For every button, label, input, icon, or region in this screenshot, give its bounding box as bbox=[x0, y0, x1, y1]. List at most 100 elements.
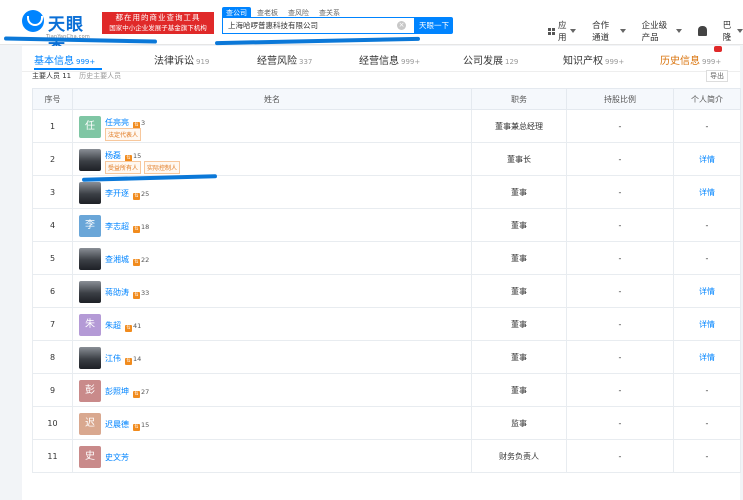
relation-icon: ⇅ bbox=[133, 226, 140, 233]
person-name[interactable]: 迟晨德 bbox=[105, 420, 129, 429]
relation-icon: ⇅ bbox=[133, 391, 140, 398]
avatar[interactable] bbox=[79, 347, 101, 369]
nav-notifications[interactable] bbox=[697, 19, 707, 43]
cell-bio[interactable]: 详情 bbox=[673, 274, 741, 308]
cell-bio: - bbox=[673, 406, 741, 440]
cell-name: 杨磊 ⇅ 15 受益所有人 实际控制人 bbox=[72, 142, 472, 176]
nav-partner-label: 合作通道 bbox=[592, 21, 610, 43]
relation-count[interactable]: ⇅ 15 bbox=[133, 421, 149, 431]
cell-bio[interactable]: 详情 bbox=[673, 175, 741, 209]
person-name[interactable]: 朱超 bbox=[105, 321, 121, 330]
tab-operation[interactable]: 经营信息 999+ bbox=[359, 52, 420, 67]
avatar[interactable]: 李 bbox=[79, 215, 101, 237]
cell-position: 董事兼总经理 bbox=[471, 109, 567, 143]
avatar[interactable]: 彭 bbox=[79, 380, 101, 402]
person-name[interactable]: 蒋劭涛 bbox=[105, 288, 129, 297]
relation-icon: ⇅ bbox=[133, 259, 140, 266]
chevron-down-icon bbox=[675, 29, 682, 33]
nav-partner[interactable]: 合作通道 bbox=[592, 19, 626, 43]
nav-apps[interactable]: 应用 bbox=[548, 19, 577, 43]
ad-line-1: 都在用的商业查询工具 bbox=[115, 13, 201, 22]
cell-bio[interactable]: 详情 bbox=[673, 142, 741, 176]
cell-name: 史 史文芳 bbox=[72, 439, 472, 473]
relation-count[interactable]: ⇅ 25 bbox=[133, 190, 149, 200]
relation-count[interactable]: ⇅ 27 bbox=[133, 388, 149, 398]
avatar[interactable] bbox=[79, 149, 101, 171]
cell-position: 董事 bbox=[471, 175, 567, 209]
avatar[interactable] bbox=[79, 182, 101, 204]
cell-bio: - bbox=[673, 109, 741, 143]
nav-enterprise[interactable]: 企业级产品 bbox=[642, 19, 682, 43]
relation-count[interactable]: ⇅ 41 bbox=[125, 322, 141, 332]
role-tag[interactable]: 受益所有人 bbox=[105, 161, 142, 174]
search-input[interactable]: 上海哈啰普惠科技有限公司 bbox=[222, 17, 415, 34]
person-name[interactable]: 史文芳 bbox=[105, 453, 129, 462]
tab-count: 999+ bbox=[702, 58, 722, 66]
ad-banner[interactable]: 都在用的商业查询工具 国家中小企业发展子基金旗下机构 bbox=[102, 12, 214, 34]
person-name[interactable]: 杨磊 bbox=[105, 151, 121, 160]
table-row: 2 杨磊 ⇅ 15 受益所有人 实际控制人 董事长 - 详情 bbox=[32, 142, 741, 176]
logo-icon bbox=[22, 10, 44, 32]
tab-count: 919 bbox=[196, 58, 210, 66]
cell-bio[interactable]: 详情 bbox=[673, 307, 741, 341]
avatar[interactable] bbox=[79, 281, 101, 303]
staff-table: 序号 姓名 职务 持股比例 个人简介 1 任 任亮亮 ⇅ 3 法定代表人 董事兼总经… bbox=[32, 88, 741, 473]
search-button[interactable]: 天眼一下 bbox=[415, 17, 453, 34]
tab-count: 129 bbox=[505, 58, 519, 66]
table-row: 7 朱 朱超 ⇅ 41 董事 - 详情 bbox=[32, 307, 741, 341]
nav-user-label: 巴隆 bbox=[722, 21, 732, 43]
subtab-history-staff[interactable]: 历史主要人员 bbox=[79, 72, 121, 80]
relation-count[interactable]: ⇅ 22 bbox=[133, 256, 149, 266]
table-row: 9 彭 彭照坤 ⇅ 27 董事 - - bbox=[32, 373, 741, 407]
person-name[interactable]: 李开逐 bbox=[105, 189, 129, 198]
relation-icon: ⇅ bbox=[125, 358, 132, 365]
tianyancha-logo[interactable]: 天眼查 TianYanCha.com bbox=[22, 10, 100, 60]
person-name[interactable]: 查湘城 bbox=[105, 255, 129, 264]
table-row: 10 迟 迟晨德 ⇅ 15 监事 - - bbox=[32, 406, 741, 440]
cell-no: 1 bbox=[32, 109, 73, 143]
cell-position: 财务负责人 bbox=[471, 439, 567, 473]
tab-legal[interactable]: 法律诉讼 919 bbox=[154, 52, 209, 67]
export-button[interactable]: 导出 bbox=[706, 70, 728, 82]
cell-share: - bbox=[566, 340, 674, 374]
table-row: 11 史 史文芳 财务负责人 - - bbox=[32, 439, 741, 473]
tab-history[interactable]: 历史信息 999+ bbox=[660, 52, 721, 67]
tab-ip[interactable]: 知识产权 999+ bbox=[563, 52, 624, 67]
role-tags: 法定代表人 bbox=[105, 128, 142, 141]
nav-user[interactable]: 巴隆 bbox=[723, 19, 743, 43]
clear-search-icon[interactable]: × bbox=[397, 21, 406, 30]
relation-icon: ⇅ bbox=[133, 424, 140, 431]
avatar[interactable]: 史 bbox=[79, 446, 101, 468]
table-row: 5 查湘城 ⇅ 22 董事 - - bbox=[32, 241, 741, 275]
role-tag[interactable]: 法定代表人 bbox=[105, 128, 142, 141]
avatar[interactable]: 朱 bbox=[79, 314, 101, 336]
tab-label: 基本信息 bbox=[34, 56, 74, 67]
table-row: 8 江伟 ⇅ 14 董事 - 详情 bbox=[32, 340, 741, 374]
cell-position: 董事 bbox=[471, 340, 567, 374]
person-name[interactable]: 江伟 bbox=[105, 354, 121, 363]
role-tag[interactable]: 实际控制人 bbox=[144, 161, 181, 174]
tab-label: 经营风险 bbox=[257, 56, 297, 67]
person-name[interactable]: 李志超 bbox=[105, 222, 129, 231]
avatar[interactable]: 任 bbox=[79, 116, 101, 138]
cell-no: 6 bbox=[32, 274, 73, 308]
person-name-line: 江伟 ⇅ 14 bbox=[105, 353, 141, 365]
relation-count[interactable]: ⇅ 14 bbox=[125, 355, 141, 365]
person-name[interactable]: 彭照坤 bbox=[105, 387, 129, 396]
cell-bio[interactable]: 详情 bbox=[673, 340, 741, 374]
tab-development[interactable]: 公司发展 129 bbox=[463, 52, 518, 67]
relation-count[interactable]: ⇅ 33 bbox=[133, 289, 149, 299]
chevron-down-icon bbox=[736, 29, 743, 33]
cell-no: 10 bbox=[32, 406, 73, 440]
tab-basic-info[interactable]: 基本信息 999+ bbox=[34, 52, 95, 67]
relation-count-value: 27 bbox=[141, 388, 150, 396]
nav-apps-label: 应用 bbox=[558, 21, 567, 43]
avatar[interactable]: 迟 bbox=[79, 413, 101, 435]
avatar[interactable] bbox=[79, 248, 101, 270]
relation-count-value: 25 bbox=[141, 190, 150, 198]
person-name[interactable]: 任亮亮 bbox=[105, 118, 129, 127]
subtab-current-staff[interactable]: 主要人员 11 bbox=[32, 72, 71, 80]
relation-count-value: 41 bbox=[133, 322, 142, 330]
tab-risk[interactable]: 经营风险 337 bbox=[257, 52, 312, 67]
relation-count[interactable]: ⇅ 18 bbox=[133, 223, 149, 233]
